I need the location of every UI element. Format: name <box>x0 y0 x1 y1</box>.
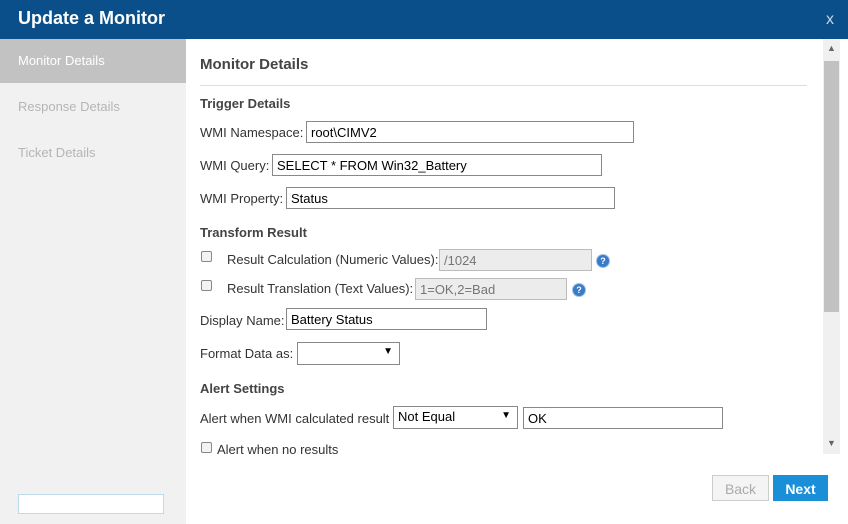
wmi-namespace-input[interactable] <box>306 121 634 143</box>
sidebar-input-box[interactable] <box>18 494 164 514</box>
result-translation-input[interactable] <box>415 278 567 300</box>
sidebar-item-ticket-details[interactable]: Ticket Details <box>0 131 186 175</box>
chevron-down-icon: ▼ <box>501 410 511 421</box>
wmi-query-label: WMI Query: <box>200 158 270 173</box>
result-translation-label: Result Translation (Text Values): <box>227 281 414 296</box>
page-title: Monitor Details <box>200 56 309 73</box>
wmi-property-label: WMI Property: <box>200 191 284 206</box>
display-name-input[interactable] <box>286 308 487 330</box>
monitor-details-form: Monitor Details Trigger Details WMI Name… <box>186 39 822 459</box>
dialog-titlebar: Update a Monitor x <box>0 0 848 39</box>
result-calculation-checkbox[interactable] <box>201 251 212 262</box>
alert-no-results-label: Alert when no results <box>217 442 339 457</box>
wmi-property-input[interactable] <box>286 187 615 209</box>
alert-condition-select[interactable]: Not Equal ▼ <box>393 406 518 429</box>
back-button[interactable]: Back <box>712 475 769 501</box>
close-icon[interactable]: x <box>826 11 834 29</box>
alert-settings-heading: Alert Settings <box>200 381 285 396</box>
dialog-title: Update a Monitor <box>18 8 165 28</box>
content-scrollbar[interactable]: ▲ ▼ <box>823 39 840 454</box>
format-data-select[interactable]: ▼ <box>297 342 400 365</box>
scrollbar-thumb[interactable] <box>824 61 839 312</box>
transform-result-heading: Transform Result <box>200 225 307 240</box>
scroll-down-icon[interactable]: ▼ <box>827 438 836 448</box>
alert-condition-label: Alert when WMI calculated result <box>200 411 390 426</box>
next-button[interactable]: Next <box>773 475 828 501</box>
divider <box>200 85 807 86</box>
format-data-label: Format Data as: <box>200 346 294 361</box>
result-calculation-label: Result Calculation (Numeric Values): <box>227 252 439 267</box>
alert-result-input[interactable] <box>523 407 723 429</box>
sidebar: Monitor Details Response Details Ticket … <box>0 39 186 524</box>
result-translation-help-icon[interactable]: ? <box>573 284 585 296</box>
scroll-up-icon[interactable]: ▲ <box>827 43 836 53</box>
result-calculation-help-icon[interactable]: ? <box>597 255 609 267</box>
display-name-label: Display Name: <box>200 313 285 328</box>
result-translation-checkbox[interactable] <box>201 280 212 291</box>
sidebar-item-monitor-details[interactable]: Monitor Details <box>0 39 186 83</box>
sidebar-item-response-details[interactable]: Response Details <box>0 85 186 129</box>
wmi-namespace-label: WMI Namespace: <box>200 125 304 140</box>
alert-condition-value: Not Equal <box>398 409 456 424</box>
chevron-down-icon: ▼ <box>383 346 393 357</box>
trigger-details-heading: Trigger Details <box>200 96 291 111</box>
result-calculation-input[interactable] <box>439 249 592 271</box>
wmi-query-input[interactable] <box>272 154 602 176</box>
alert-no-results-checkbox[interactable] <box>201 442 212 453</box>
